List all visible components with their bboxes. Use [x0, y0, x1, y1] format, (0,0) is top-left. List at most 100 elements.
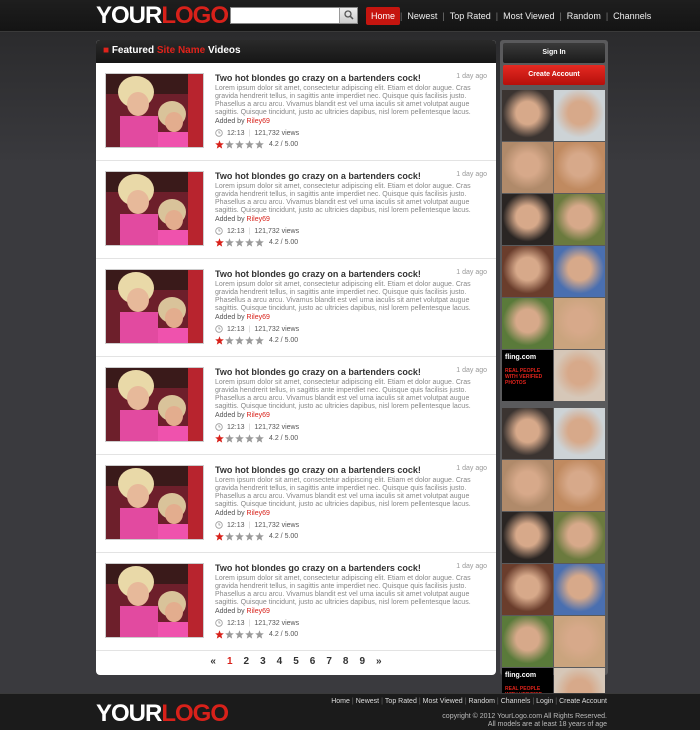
ad-photo[interactable] — [502, 512, 553, 563]
ad-photo[interactable] — [502, 616, 553, 667]
footer-link-top-rated[interactable]: Top Rated — [385, 698, 417, 705]
pager-page-8[interactable]: 8 — [343, 656, 349, 667]
star-empty-icon[interactable] — [235, 532, 244, 541]
ad-photo[interactable] — [502, 246, 553, 297]
video-title[interactable]: Two hot blondes go crazy on a bartenders… — [215, 465, 421, 475]
pager-page-4[interactable]: 4 — [277, 656, 283, 667]
ad-photo[interactable] — [554, 142, 605, 193]
ad-photo[interactable] — [502, 564, 553, 615]
uploader-link[interactable]: Riley69 — [247, 412, 270, 419]
ad-photo[interactable] — [554, 246, 605, 297]
star-empty-icon[interactable] — [235, 336, 244, 345]
search-input[interactable] — [231, 8, 339, 23]
video-title[interactable]: Two hot blondes go crazy on a bartenders… — [215, 269, 421, 279]
star-filled-icon[interactable] — [215, 532, 224, 541]
uploader-link[interactable]: Riley69 — [247, 608, 270, 615]
pager-prev[interactable]: « — [210, 656, 216, 667]
pager-page-1[interactable]: 1 — [227, 656, 233, 667]
ad-photo[interactable] — [502, 460, 553, 511]
footer-link-random[interactable]: Random — [468, 698, 494, 705]
star-empty-icon[interactable] — [225, 140, 234, 149]
star-filled-icon[interactable] — [215, 630, 224, 639]
footer-link-home[interactable]: Home — [331, 698, 350, 705]
star-empty-icon[interactable] — [225, 238, 234, 247]
nav-item-top-rated[interactable]: Top Rated — [445, 7, 496, 25]
ad-photo[interactable] — [502, 90, 553, 141]
uploader-link[interactable]: Riley69 — [247, 510, 270, 517]
nav-item-channels[interactable]: Channels — [608, 7, 656, 25]
pager-next[interactable]: » — [376, 656, 382, 667]
star-empty-icon[interactable] — [245, 336, 254, 345]
nav-item-home[interactable]: Home — [366, 7, 401, 25]
star-empty-icon[interactable] — [225, 532, 234, 541]
sign-in-button[interactable]: Sign In — [503, 43, 605, 63]
star-empty-icon[interactable] — [255, 630, 264, 639]
ad-photo[interactable] — [554, 460, 605, 511]
footer-link-most-viewed[interactable]: Most Viewed — [423, 698, 463, 705]
star-empty-icon[interactable] — [255, 238, 264, 247]
footer-logo[interactable]: YOURLOGO — [96, 702, 229, 726]
nav-item-newest[interactable]: Newest — [402, 7, 442, 25]
pager-page-7[interactable]: 7 — [326, 656, 332, 667]
star-empty-icon[interactable] — [255, 336, 264, 345]
ad-fling-logo[interactable]: fling.comREAL PEOPLE WITH VERIFIED PHOTO… — [502, 350, 553, 401]
star-empty-icon[interactable] — [235, 140, 244, 149]
ad-photo[interactable] — [502, 298, 553, 349]
star-empty-icon[interactable] — [225, 434, 234, 443]
star-empty-icon[interactable] — [235, 630, 244, 639]
star-filled-icon[interactable] — [215, 434, 224, 443]
star-empty-icon[interactable] — [225, 630, 234, 639]
uploader-link[interactable]: Riley69 — [247, 314, 270, 321]
footer-link-login[interactable]: Login — [536, 698, 553, 705]
ad-photo[interactable] — [554, 512, 605, 563]
video-title[interactable]: Two hot blondes go crazy on a bartenders… — [215, 171, 421, 181]
uploader-link[interactable]: Riley69 — [247, 216, 270, 223]
ad-photo[interactable] — [502, 194, 553, 245]
ad-photo[interactable] — [502, 408, 553, 459]
footer-link-channels[interactable]: Channels — [501, 698, 531, 705]
star-empty-icon[interactable] — [245, 434, 254, 443]
star-filled-icon[interactable] — [215, 238, 224, 247]
pager-page-9[interactable]: 9 — [359, 656, 365, 667]
ad-photo[interactable] — [554, 564, 605, 615]
ad-banner[interactable]: fling.comREAL PEOPLE WITH VERIFIED PHOTO… — [502, 90, 606, 401]
star-empty-icon[interactable] — [245, 532, 254, 541]
pager-page-5[interactable]: 5 — [293, 656, 299, 667]
uploader-link[interactable]: Riley69 — [247, 118, 270, 125]
pager-page-3[interactable]: 3 — [260, 656, 266, 667]
video-thumbnail[interactable] — [105, 171, 204, 246]
star-empty-icon[interactable] — [225, 336, 234, 345]
pager-page-6[interactable]: 6 — [310, 656, 316, 667]
star-empty-icon[interactable] — [235, 434, 244, 443]
ad-photo[interactable] — [554, 616, 605, 667]
nav-item-most-viewed[interactable]: Most Viewed — [498, 7, 559, 25]
star-filled-icon[interactable] — [215, 140, 224, 149]
star-empty-icon[interactable] — [245, 140, 254, 149]
video-thumbnail[interactable] — [105, 465, 204, 540]
footer-link-newest[interactable]: Newest — [356, 698, 379, 705]
ad-photo[interactable] — [554, 408, 605, 459]
video-thumbnail[interactable] — [105, 563, 204, 638]
search-button[interactable] — [339, 8, 357, 23]
star-empty-icon[interactable] — [255, 140, 264, 149]
nav-item-random[interactable]: Random — [562, 7, 606, 25]
star-filled-icon[interactable] — [215, 336, 224, 345]
site-logo[interactable]: YOURLOGO — [96, 4, 229, 28]
ad-photo[interactable] — [554, 298, 605, 349]
video-title[interactable]: Two hot blondes go crazy on a bartenders… — [215, 563, 421, 573]
video-thumbnail[interactable] — [105, 269, 204, 344]
video-title[interactable]: Two hot blondes go crazy on a bartenders… — [215, 73, 421, 83]
ad-photo[interactable] — [554, 194, 605, 245]
ad-photo[interactable] — [554, 350, 605, 401]
pager-page-2[interactable]: 2 — [244, 656, 250, 667]
ad-photo[interactable] — [502, 142, 553, 193]
ad-photo[interactable] — [554, 90, 605, 141]
star-empty-icon[interactable] — [245, 630, 254, 639]
ad-banner[interactable]: fling.comREAL PEOPLE WITH VERIFIED PHOTO… — [502, 408, 606, 719]
star-empty-icon[interactable] — [235, 238, 244, 247]
footer-link-create-account[interactable]: Create Account — [559, 698, 607, 705]
star-empty-icon[interactable] — [255, 434, 264, 443]
video-title[interactable]: Two hot blondes go crazy on a bartenders… — [215, 367, 421, 377]
star-empty-icon[interactable] — [255, 532, 264, 541]
star-empty-icon[interactable] — [245, 238, 254, 247]
